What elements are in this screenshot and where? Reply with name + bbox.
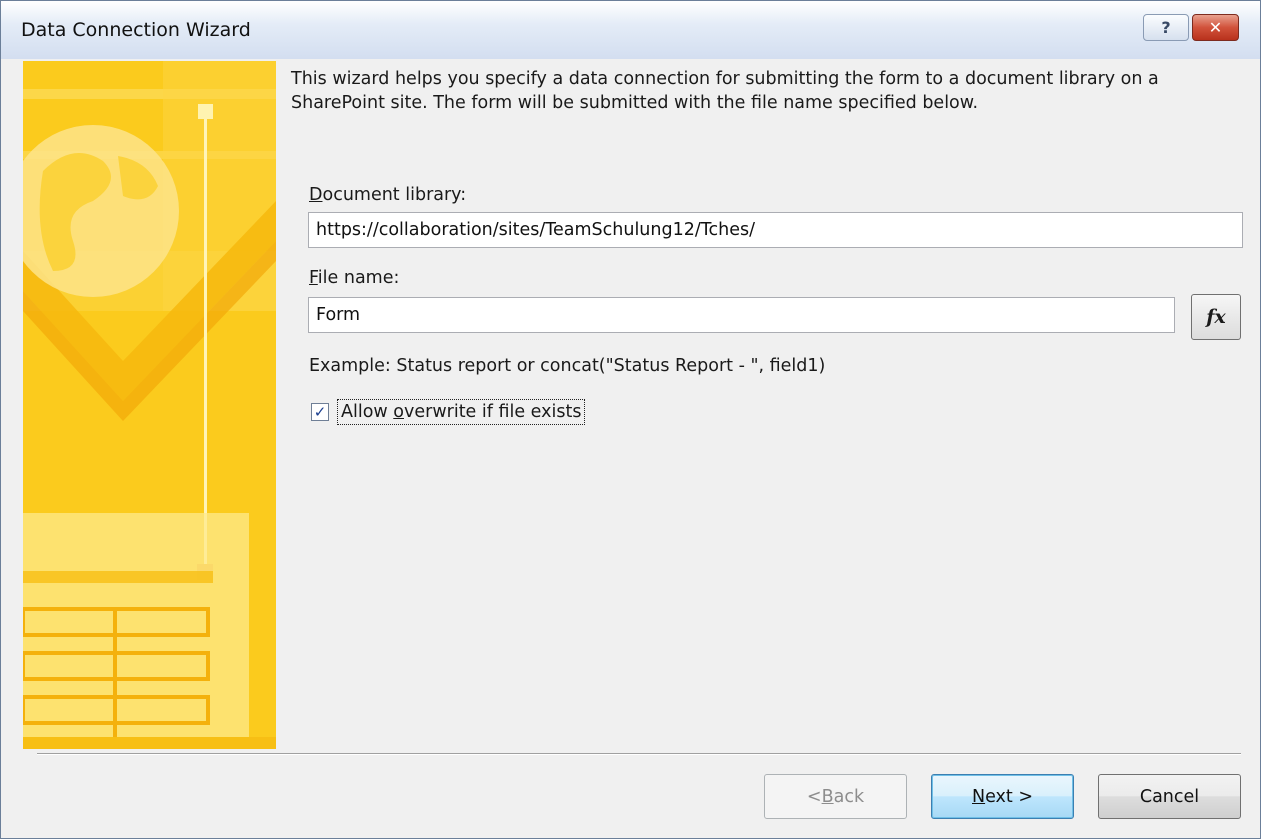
overwrite-label[interactable]: Allow overwrite if file exists [337,399,586,425]
help-icon: ? [1161,18,1171,37]
checkmark-icon: ✓ [313,403,327,421]
file-name-input[interactable] [308,297,1175,333]
window-title: Data Connection Wizard [21,19,251,41]
footer-separator [37,753,1241,755]
example-text: Example: Status report or concat("Status… [309,356,826,376]
insert-formula-button[interactable]: fx [1191,294,1241,340]
next-button[interactable]: Next > [931,774,1074,819]
cancel-button[interactable]: Cancel [1098,774,1241,819]
close-icon: ✕ [1208,18,1223,37]
title-bar[interactable]: Data Connection Wizard ? ✕ [1,1,1260,59]
overwrite-checkbox[interactable]: ✓ [311,403,329,421]
file-name-label: File name: [309,268,400,288]
close-button[interactable]: ✕ [1192,14,1239,41]
intro-text: This wizard helps you specify a data con… [291,69,1159,113]
function-icon: fx [1206,306,1226,328]
help-button[interactable]: ? [1143,14,1189,41]
wizard-art [23,61,276,749]
document-library-input[interactable] [308,212,1243,248]
back-button[interactable]: < Back [764,774,907,819]
wizard-dialog: Data Connection Wizard ? ✕ This wizard h… [0,0,1261,839]
document-library-label: Document library: [309,185,467,205]
